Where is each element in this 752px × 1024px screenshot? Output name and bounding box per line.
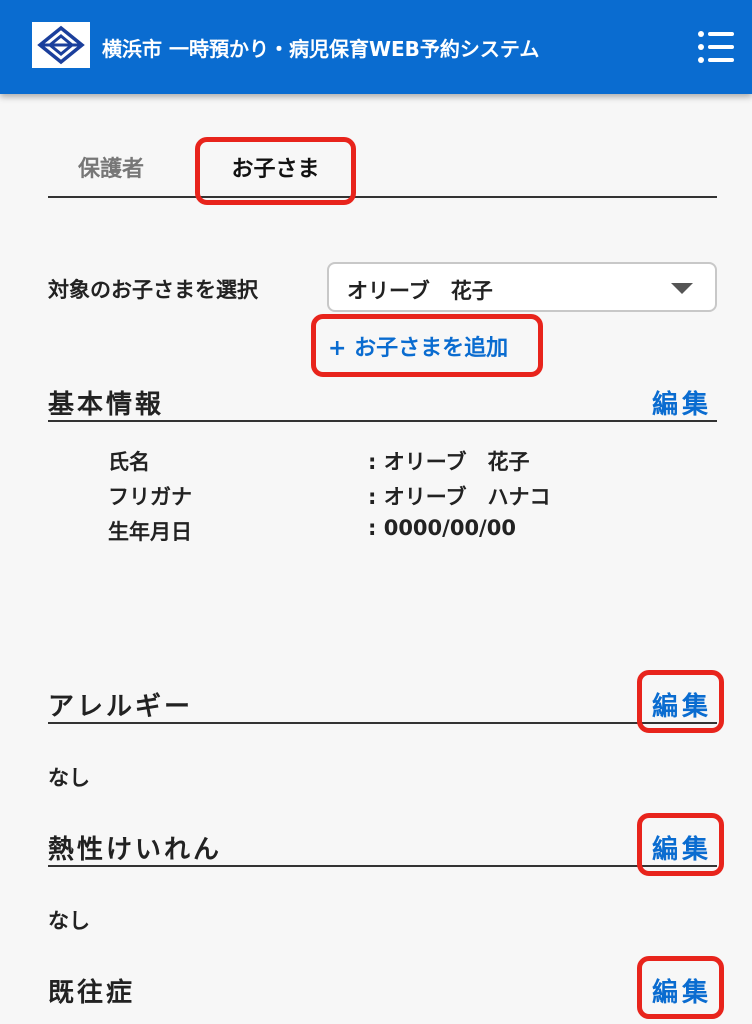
child-select[interactable]: オリーブ 花子 xyxy=(327,262,717,312)
febrile-seizure-edit-button[interactable]: 編集 xyxy=(652,829,712,866)
app-title: 横浜市 一時預かり・病児保育WEB予約システム xyxy=(102,37,540,61)
section-divider xyxy=(48,420,717,422)
info-row-furigana: フリガナ : オリーブ ハナコ xyxy=(108,481,668,511)
medical-history-title: 既往症 xyxy=(48,978,136,1008)
section-divider xyxy=(48,865,717,867)
hamburger-menu-icon[interactable] xyxy=(696,28,736,66)
basic-info-edit-button[interactable]: 編集 xyxy=(652,384,712,421)
allergy-value: なし xyxy=(48,766,90,790)
medical-history-edit-button[interactable]: 編集 xyxy=(652,972,712,1009)
allergy-title: アレルギー xyxy=(48,692,194,722)
child-select-value: オリーブ 花子 xyxy=(347,279,493,303)
info-row-name: 氏名 : オリーブ 花子 xyxy=(108,446,668,476)
tab-bar: 保護者 お子さま xyxy=(48,140,717,200)
allergy-edit-button[interactable]: 編集 xyxy=(652,686,712,723)
app-header: 横浜市 一時預かり・病児保育WEB予約システム xyxy=(0,0,752,94)
add-child-link[interactable]: + お子さまを追加 xyxy=(328,330,508,362)
tab-guardian[interactable]: 保護者 xyxy=(78,140,144,200)
basic-info-title: 基本情報 xyxy=(48,390,165,420)
info-key: 生年月日 xyxy=(108,520,192,544)
info-value: : オリーブ ハナコ xyxy=(368,485,551,509)
tab-child[interactable]: お子さま xyxy=(197,140,354,200)
info-key: フリガナ xyxy=(108,485,192,509)
section-divider xyxy=(48,722,717,724)
child-select-label: 対象のお子さまを選択 xyxy=(48,278,258,302)
info-value: : オリーブ 花子 xyxy=(368,450,530,474)
febrile-seizure-title: 熱性けいれん xyxy=(48,835,223,865)
tab-divider xyxy=(48,196,717,198)
info-row-birthdate: 生年月日 : 0000/00/00 xyxy=(108,516,668,546)
chevron-down-icon xyxy=(671,283,693,294)
info-value: : 0000/00/00 xyxy=(368,516,516,540)
info-key: 氏名 xyxy=(108,450,150,474)
febrile-seizure-value: なし xyxy=(48,909,90,933)
city-emblem-icon xyxy=(32,22,90,68)
